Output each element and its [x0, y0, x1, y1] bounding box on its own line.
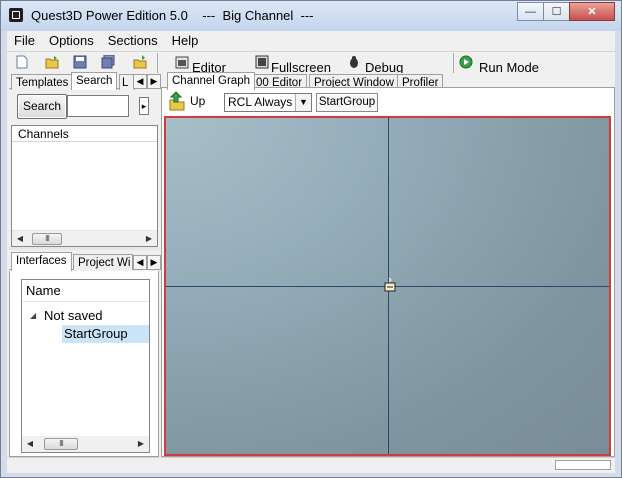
search-options-dropdown[interactable]: ▸: [139, 97, 149, 115]
menu-sections[interactable]: Sections: [101, 31, 165, 50]
open-folder-icon[interactable]: [45, 55, 59, 69]
run-mode-icon[interactable]: [459, 55, 473, 69]
search-input[interactable]: [67, 95, 129, 117]
toolbar-separator: [453, 53, 454, 73]
channels-column-header[interactable]: Channels: [12, 126, 157, 142]
maximize-button[interactable]: ☐: [543, 2, 570, 21]
new-document-icon[interactable]: [15, 55, 29, 69]
tab-interfaces[interactable]: Interfaces: [11, 252, 72, 271]
scroll-thumb[interactable]: III: [32, 233, 62, 245]
scroll-right-icon[interactable]: ▶: [141, 231, 157, 247]
app-window: Quest3D Power Edition 5.0 --- Big Channe…: [0, 0, 622, 478]
channels-hscrollbar[interactable]: ◀ III ▶: [12, 230, 157, 246]
status-pane: [555, 460, 611, 470]
left-bottom-tabbar: Interfaces Project Wi ◀ ▶: [9, 252, 161, 271]
channel-node-icon[interactable]: [384, 278, 396, 292]
window-title: Quest3D Power Edition 5.0 --- Big Channe…: [31, 8, 314, 23]
tab-channel-graph[interactable]: Channel Graph: [167, 72, 255, 90]
menu-file[interactable]: File: [7, 31, 42, 50]
startgroup-button[interactable]: StartGroup: [316, 93, 378, 112]
save-disk-icon[interactable]: [73, 55, 87, 69]
scroll-right-icon[interactable]: ▶: [133, 436, 149, 452]
run-mode-button-label[interactable]: Run Mode: [479, 60, 539, 73]
scroll-thumb[interactable]: III: [44, 438, 78, 450]
menu-bar: File Options Sections Help: [7, 31, 615, 50]
menu-help[interactable]: Help: [165, 31, 206, 50]
client-area: File Options Sections Help Editor Fullsc…: [7, 31, 615, 473]
interfaces-panel: Name ◢ Not saved StartGroup ◀ III ▶: [9, 271, 159, 457]
channel-graph-panel: Up RCL Always ▼ StartGroup: [161, 87, 615, 457]
fullscreen-button-label[interactable]: Fullscreen: [271, 60, 331, 73]
title-bar[interactable]: Quest3D Power Edition 5.0 --- Big Channe…: [1, 1, 621, 31]
tab-scroll-left-icon[interactable]: ◀: [133, 74, 147, 89]
tab-project-window[interactable]: Project Wi: [73, 254, 133, 270]
search-button[interactable]: Search: [17, 94, 67, 119]
tree-hscrollbar[interactable]: ◀ III ▶: [22, 436, 149, 452]
import-icon[interactable]: [133, 55, 147, 69]
quest3d-app-icon[interactable]: [9, 8, 23, 22]
tab-scroll-right-icon[interactable]: ▶: [147, 255, 161, 270]
tab-scroll-right-icon[interactable]: ▶: [147, 74, 161, 89]
fullscreen-icon[interactable]: [255, 55, 269, 69]
editor-icon[interactable]: [175, 55, 189, 69]
interfaces-tree[interactable]: Name ◢ Not saved StartGroup ◀ III ▶: [21, 279, 150, 453]
save-all-icon[interactable]: [101, 55, 115, 69]
scroll-left-icon[interactable]: ◀: [12, 231, 28, 247]
tree-node-label: Not saved: [44, 308, 103, 323]
debug-icon[interactable]: [347, 55, 361, 69]
graph-toolbar: Up RCL Always ▼ StartGroup: [162, 88, 614, 114]
scroll-left-icon[interactable]: ◀: [22, 436, 38, 452]
chevron-down-icon[interactable]: ▼: [295, 94, 311, 111]
channels-list[interactable]: Channels ◀ III ▶: [11, 125, 158, 247]
menu-options[interactable]: Options: [42, 31, 101, 50]
tab-templates[interactable]: Templates: [11, 74, 74, 90]
tab-search[interactable]: Search: [71, 72, 118, 90]
minimize-button[interactable]: —: [517, 2, 544, 21]
debug-button-label[interactable]: Debug: [365, 60, 403, 73]
channel-graph-canvas[interactable]: [164, 116, 611, 456]
close-button[interactable]: ✕: [569, 2, 615, 21]
tree-node-startgroup[interactable]: StartGroup: [62, 325, 149, 343]
window-controls: — ☐ ✕: [517, 2, 615, 21]
toolbar-separator: [157, 53, 158, 73]
tree-expand-icon[interactable]: ◢: [30, 307, 36, 325]
status-bar: [7, 457, 615, 473]
left-top-tabbar: Templates Search L ◀ ▶: [9, 72, 161, 90]
tab-scroll-left-icon[interactable]: ◀: [133, 255, 147, 270]
left-panel-splitter[interactable]: [7, 247, 159, 250]
rcl-mode-select[interactable]: RCL Always ▼: [224, 93, 312, 112]
main-toolbar: Editor Fullscreen Debug Run Mode: [7, 51, 615, 73]
tree-column-header[interactable]: Name: [22, 280, 149, 302]
up-arrow-folder-icon[interactable]: [168, 91, 186, 111]
up-button-label[interactable]: Up: [190, 94, 205, 108]
rcl-mode-value: RCL Always: [228, 95, 293, 109]
